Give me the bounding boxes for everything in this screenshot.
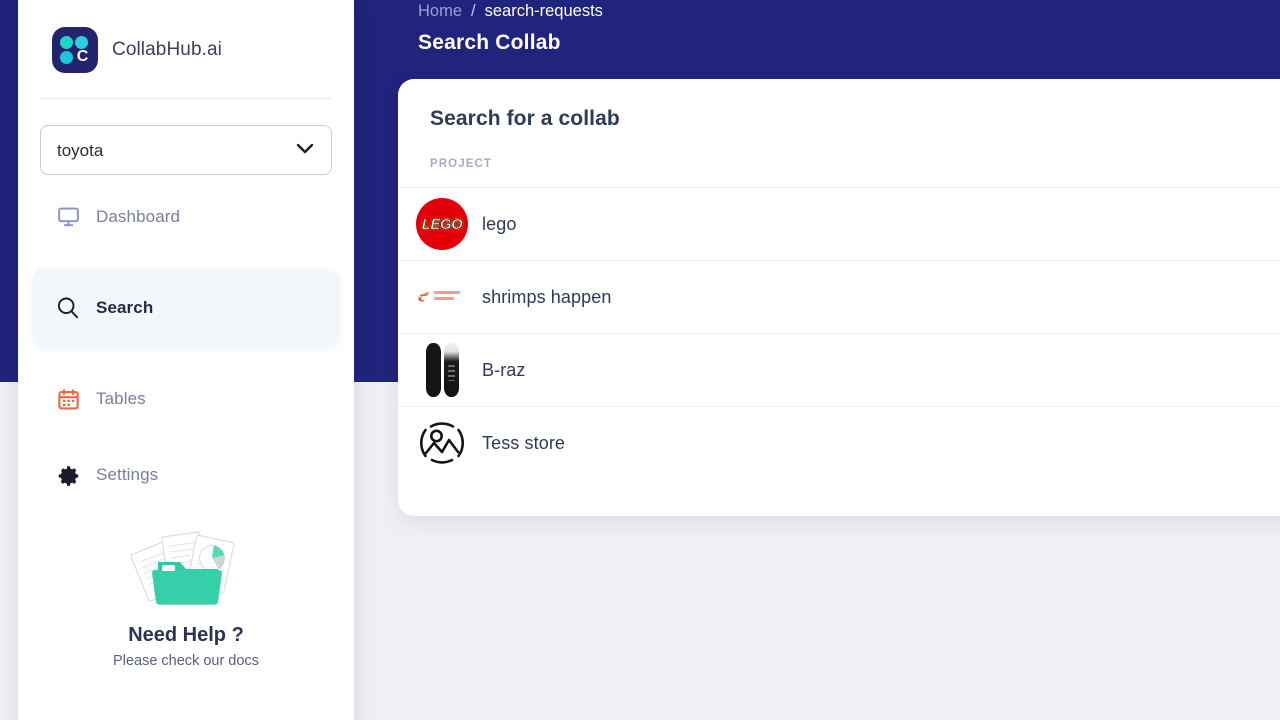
breadcrumb-separator: / xyxy=(471,2,476,20)
shrimp-logo-icon xyxy=(416,271,468,323)
team-select-wrapper: toyota xyxy=(40,125,332,175)
brand: C CollabHub.ai xyxy=(18,0,354,86)
sidebar-divider xyxy=(40,98,332,99)
landscape-photo-icon xyxy=(416,417,468,469)
folder-documents-icon xyxy=(124,522,248,614)
project-name: shrimps happen xyxy=(482,286,612,307)
search-icon xyxy=(56,296,80,320)
brand-name: CollabHub.ai xyxy=(112,39,222,60)
calendar-icon xyxy=(56,387,80,411)
breadcrumb-current: search-requests xyxy=(484,2,603,20)
column-header-project: PROJECT xyxy=(430,158,493,170)
table-row[interactable]: LEGO lego xyxy=(398,187,1280,260)
search-card: Search for a collab PROJECT LEGO lego sh… xyxy=(398,79,1280,516)
table-row[interactable]: B-raz xyxy=(398,333,1280,406)
sidebar-item-dashboard[interactable]: Dashboard xyxy=(32,193,340,241)
team-select[interactable]: toyota xyxy=(40,125,332,175)
sidebar-item-settings[interactable]: Settings xyxy=(32,451,340,499)
sidebar-item-label: Tables xyxy=(96,389,146,408)
help-subtitle[interactable]: Please check our docs xyxy=(18,653,354,669)
snowboards-photo-icon xyxy=(416,343,468,397)
sidebar-item-label: Dashboard xyxy=(96,207,181,226)
app-root: C CollabHub.ai toyota Dashboard Search T… xyxy=(0,0,1280,720)
project-list: LEGO lego shrimps happen B-raz Tess stor… xyxy=(398,187,1280,479)
sidebar-nav: Dashboard Search Tables Settings xyxy=(18,193,354,499)
gear-icon xyxy=(56,463,80,487)
card-title: Search for a collab xyxy=(430,107,620,130)
sidebar-item-label: Settings xyxy=(96,465,159,484)
breadcrumb: Home / search-requests xyxy=(418,2,603,21)
lego-logo-icon: LEGO xyxy=(416,198,468,250)
monitor-icon xyxy=(56,205,80,229)
table-row[interactable]: shrimps happen xyxy=(398,260,1280,333)
logo-letter: C xyxy=(76,48,89,65)
lego-wordmark: LEGO xyxy=(421,215,463,233)
breadcrumb-home[interactable]: Home xyxy=(418,2,462,21)
sidebar-item-label: Search xyxy=(96,298,154,317)
project-name: lego xyxy=(482,213,517,234)
sidebar-item-search[interactable]: Search xyxy=(32,269,340,347)
project-name: B-raz xyxy=(482,359,526,380)
page-title: Search Collab xyxy=(418,31,561,54)
project-name: Tess store xyxy=(482,432,566,453)
help-title: Need Help ? xyxy=(128,624,244,646)
collabhub-logo-icon: C xyxy=(52,27,98,73)
sidebar-item-tables[interactable]: Tables xyxy=(32,375,340,423)
sidebar: C CollabHub.ai toyota Dashboard Search T… xyxy=(18,0,354,720)
table-row[interactable]: Tess store xyxy=(398,406,1280,479)
help-block: Need Help ? Please check our docs xyxy=(18,522,354,669)
